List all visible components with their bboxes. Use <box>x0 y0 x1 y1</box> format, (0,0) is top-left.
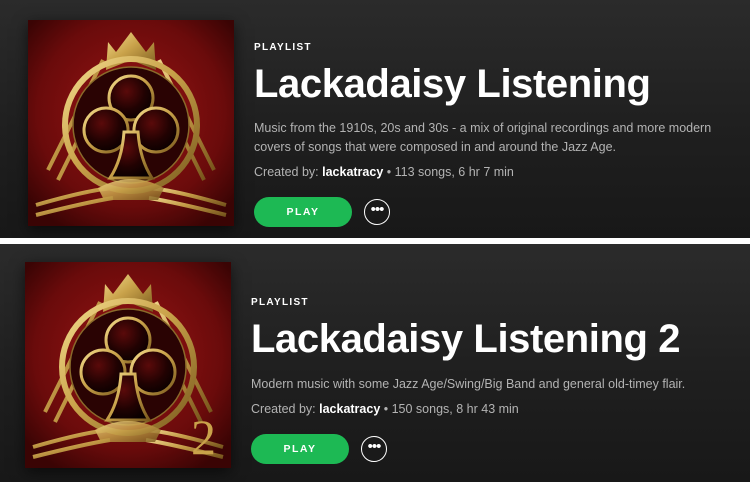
playlist-info-2: PLAYLIST Lackadaisy Listening 2 Modern m… <box>251 297 731 464</box>
created-by-label: Created by: <box>254 165 319 179</box>
club-suit-icon <box>28 20 234 226</box>
playlist-meta: Created by: lackatracy • 150 songs, 8 hr… <box>251 402 731 416</box>
ellipsis-icon: ••• <box>367 437 382 455</box>
playlist-stats: • 150 songs, 8 hr 43 min <box>380 402 519 416</box>
playlist-header-2: 2 PLAYLIST Lackadaisy Listening 2 Modern… <box>0 244 750 482</box>
playlist-description: Music from the 1910s, 20s and 30s - a mi… <box>254 121 712 154</box>
club-suit-icon: 2 <box>25 262 231 468</box>
playlist-cover-1[interactable] <box>28 20 234 226</box>
play-button[interactable]: PLAY <box>254 197 352 227</box>
playlist-kind-label: PLAYLIST <box>251 297 309 308</box>
playlist-kind-label: PLAYLIST <box>254 42 312 53</box>
cover-numeral: 2 <box>191 409 216 465</box>
playlist-header-1: PLAYLIST Lackadaisy Listening Music from… <box>0 0 750 238</box>
playlist-title: Lackadaisy Listening 2 <box>251 317 681 361</box>
owner-link[interactable]: lackatracy <box>319 402 380 416</box>
playlist-meta: Created by: lackatracy • 113 songs, 6 hr… <box>254 165 734 179</box>
ellipsis-icon: ••• <box>370 200 385 218</box>
more-options-button[interactable]: ••• <box>361 436 387 462</box>
playlist-stats: • 113 songs, 6 hr 7 min <box>383 165 514 179</box>
playlist-description: Modern music with some Jazz Age/Swing/Bi… <box>251 377 686 391</box>
created-by-label: Created by: <box>251 402 316 416</box>
play-button[interactable]: PLAY <box>251 434 349 464</box>
more-options-button[interactable]: ••• <box>364 199 390 225</box>
playlist-actions: PLAY ••• <box>254 197 734 227</box>
playlist-actions: PLAY ••• <box>251 434 731 464</box>
playlist-info-1: PLAYLIST Lackadaisy Listening Music from… <box>254 42 734 227</box>
playlist-title: Lackadaisy Listening <box>254 62 651 106</box>
owner-link[interactable]: lackatracy <box>322 165 383 179</box>
playlist-cover-2[interactable]: 2 <box>25 262 231 468</box>
